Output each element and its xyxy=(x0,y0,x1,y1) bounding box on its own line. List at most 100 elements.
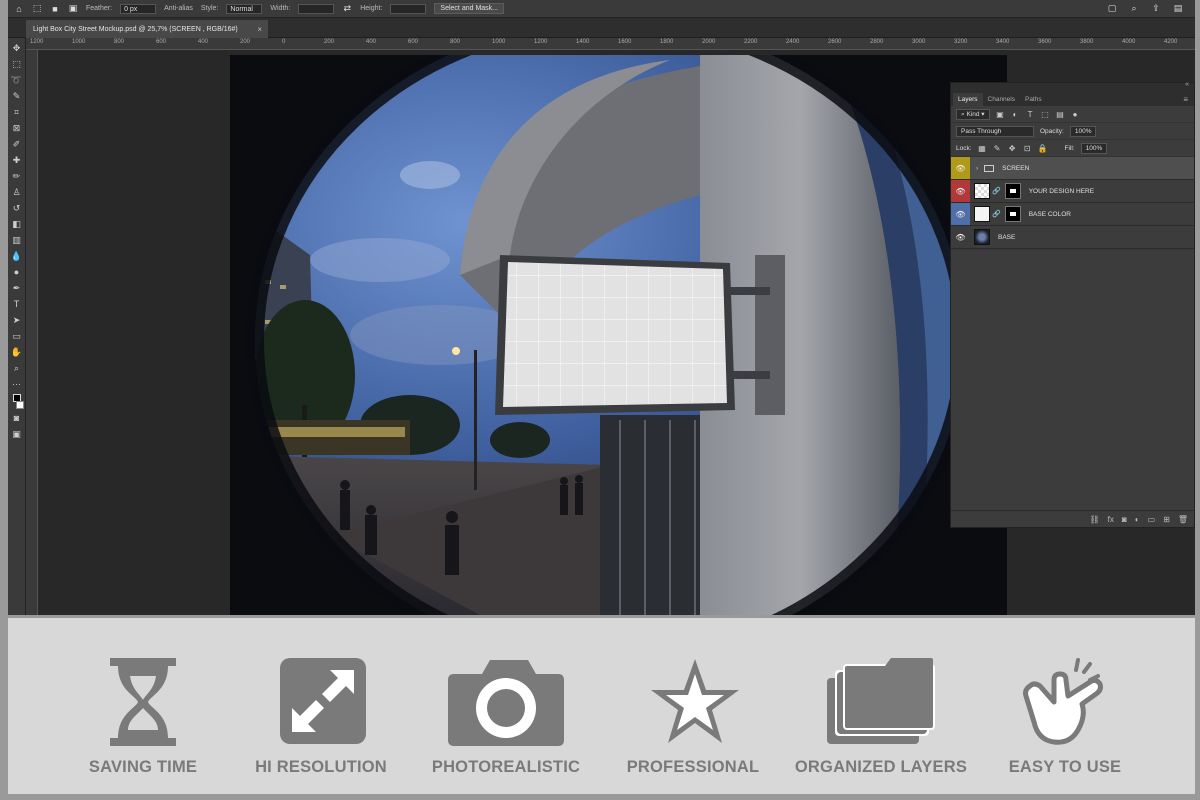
blend-mode-select[interactable]: Pass Through xyxy=(956,125,1034,137)
marquee-tool-icon[interactable]: ⬚ xyxy=(11,58,23,71)
new-selection-icon[interactable]: ■ xyxy=(50,4,60,14)
crop-tool-icon[interactable]: ⌗ xyxy=(11,106,23,119)
horizontal-ruler: 1200 1000 800 600 400 200 0 200 400 600 800 1000 120… xyxy=(26,38,1195,50)
tab-channels[interactable]: Channels xyxy=(983,93,1020,106)
tab-paths[interactable]: Paths xyxy=(1020,93,1047,106)
pixel-filter-icon[interactable]: ▣ xyxy=(996,110,1005,119)
workspace-icon[interactable]: ▤ xyxy=(1173,3,1183,14)
type-filter-icon[interactable]: T xyxy=(1026,110,1035,119)
trash-icon[interactable]: 🗑 xyxy=(1178,515,1188,524)
layer-base-color[interactable]: 👁 🔗 BASE COLOR xyxy=(951,203,1194,226)
layer-your-design-here[interactable]: 👁 🔗 YOUR DESIGN HERE xyxy=(951,180,1194,203)
eyedropper-tool-icon[interactable]: ✐ xyxy=(11,138,23,151)
layer-screen[interactable]: 👁 › SCREEN xyxy=(951,157,1194,180)
layer-base[interactable]: 👁 BASE xyxy=(951,226,1194,249)
link-icon[interactable]: 🔗 xyxy=(992,210,1001,218)
layer-mask-thumbnail[interactable] xyxy=(1004,206,1021,222)
tab-layers[interactable]: Layers xyxy=(953,93,983,106)
pen-tool-icon[interactable]: ✒ xyxy=(11,282,23,295)
shape-tool-icon[interactable]: ▭ xyxy=(11,330,23,343)
link-icon[interactable]: 🔗 xyxy=(992,187,1001,195)
opacity-label: Opacity: xyxy=(1040,127,1064,135)
lock-artboard-icon[interactable]: ⊡ xyxy=(1023,144,1032,153)
stamp-tool-icon[interactable]: ♙ xyxy=(11,186,23,199)
hand-tool-icon[interactable]: ✋ xyxy=(11,346,23,359)
adjustment-filter-icon[interactable]: ◐ xyxy=(1011,110,1020,119)
marquee-icon[interactable]: ⬚ xyxy=(32,3,42,14)
lasso-tool-icon[interactable]: ➰ xyxy=(11,74,23,87)
move-tool-icon[interactable]: ✥ xyxy=(11,42,23,55)
gradient-tool-icon[interactable]: ▥ xyxy=(11,234,23,247)
fx-icon[interactable]: fx xyxy=(1108,515,1114,524)
chevron-right-icon[interactable]: › xyxy=(976,165,978,172)
lock-transparency-icon[interactable]: ▦ xyxy=(978,144,987,153)
quick-mask-icon[interactable]: ◙ xyxy=(11,412,23,425)
eraser-tool-icon[interactable]: ◧ xyxy=(11,218,23,231)
layers-panel-footer: ⛓ fx ◙ ◐ ▭ ⊞ 🗑 xyxy=(951,510,1194,527)
zoom-tool-icon[interactable]: ⌕ xyxy=(11,362,23,375)
layer-mask-thumbnail[interactable] xyxy=(1004,183,1021,199)
dodge-tool-icon[interactable]: ● xyxy=(11,266,23,279)
brush-tool-icon[interactable]: ✏ xyxy=(11,170,23,183)
finger-snap-icon xyxy=(1023,658,1103,745)
document-canvas[interactable] xyxy=(230,55,1007,615)
history-brush-tool-icon[interactable]: ↺ xyxy=(11,202,23,215)
lock-all-icon[interactable]: 🔒 xyxy=(1038,144,1048,153)
more-tools-icon[interactable]: ··· xyxy=(11,378,23,391)
ruler-tick: 3000 xyxy=(912,39,926,45)
ruler-tick: 1400 xyxy=(576,39,590,45)
feather-input[interactable]: 0 px xyxy=(120,3,157,14)
style-select[interactable]: Normal xyxy=(226,3,263,14)
blur-tool-icon[interactable]: 💧 xyxy=(11,250,23,263)
frame-icon[interactable]: ▢ xyxy=(1107,3,1117,14)
anti-alias-checkbox[interactable]: Anti-alias xyxy=(164,5,193,12)
home-icon[interactable]: ⌂ xyxy=(14,4,24,14)
kind-filter-label: Kind xyxy=(966,110,980,118)
eye-icon[interactable]: 👁 xyxy=(951,180,970,202)
frame-tool-icon[interactable]: ⊠ xyxy=(11,122,23,135)
screen-mode-icon[interactable]: ▣ xyxy=(11,428,23,441)
lock-position-icon[interactable]: ✥ xyxy=(1008,144,1017,153)
smart-object-filter-icon[interactable]: ▤ xyxy=(1056,110,1065,119)
background-color-swatch[interactable] xyxy=(15,401,24,409)
fill-input[interactable]: 100% xyxy=(1080,142,1108,154)
document-tab-bar: Light Box City Street Mockup.psd @ 25,7%… xyxy=(8,18,1195,38)
add-mask-icon[interactable]: ◙ xyxy=(1122,515,1127,524)
width-input[interactable] xyxy=(298,3,335,14)
filter-row: ⌕ Kind ▾ ▣ ◐ T ⬚ ▤ ● xyxy=(951,106,1194,123)
filter-toggle-icon[interactable]: ● xyxy=(1071,110,1080,119)
lock-label: Lock: xyxy=(956,144,972,152)
link-layers-icon[interactable]: ⛓ xyxy=(1090,515,1100,524)
ruler-tick: 600 xyxy=(156,39,167,45)
mockup-photo xyxy=(230,55,1007,615)
type-tool-icon[interactable]: T xyxy=(11,298,23,311)
panel-collapse-bar[interactable]: « xyxy=(951,81,1194,91)
path-select-tool-icon[interactable]: ➤ xyxy=(11,314,23,327)
select-and-mask-button[interactable]: Select and Mask... xyxy=(434,3,505,14)
kind-filter-select[interactable]: ⌕ Kind ▾ xyxy=(956,108,990,120)
ruler-tick: 2400 xyxy=(786,39,800,45)
share-icon[interactable]: ⇪ xyxy=(1151,3,1161,14)
height-input[interactable] xyxy=(390,3,427,14)
swap-icon[interactable]: ⇄ xyxy=(342,3,352,14)
ruler-tick: 4200 xyxy=(1164,39,1178,45)
ruler-tick: 1000 xyxy=(72,39,86,45)
shape-filter-icon[interactable]: ⬚ xyxy=(1041,110,1050,119)
eye-icon[interactable]: 👁 xyxy=(951,157,970,179)
lock-pixels-icon[interactable]: ✎ xyxy=(993,144,1002,153)
quick-select-tool-icon[interactable]: ✎ xyxy=(11,90,23,103)
add-selection-icon[interactable]: ▣ xyxy=(68,3,78,14)
panel-menu-icon[interactable]: ≡ xyxy=(1183,95,1188,106)
new-group-icon[interactable]: ▭ xyxy=(1148,515,1156,524)
hourglass-icon xyxy=(110,658,176,746)
eye-icon[interactable]: 👁 xyxy=(951,226,970,248)
new-layer-icon[interactable]: ⊞ xyxy=(1163,515,1170,524)
adjustment-layer-icon[interactable]: ◐ xyxy=(1135,515,1140,524)
search-icon[interactable]: ⌕ xyxy=(1129,3,1139,14)
document-tab[interactable]: Light Box City Street Mockup.psd @ 25,7%… xyxy=(26,20,268,38)
ruler-tick: 0 xyxy=(282,39,286,45)
close-icon[interactable]: × xyxy=(257,25,262,34)
healing-brush-tool-icon[interactable]: ✚ xyxy=(11,154,23,167)
opacity-input[interactable]: 100% xyxy=(1069,125,1097,137)
eye-icon[interactable]: 👁 xyxy=(951,203,970,225)
